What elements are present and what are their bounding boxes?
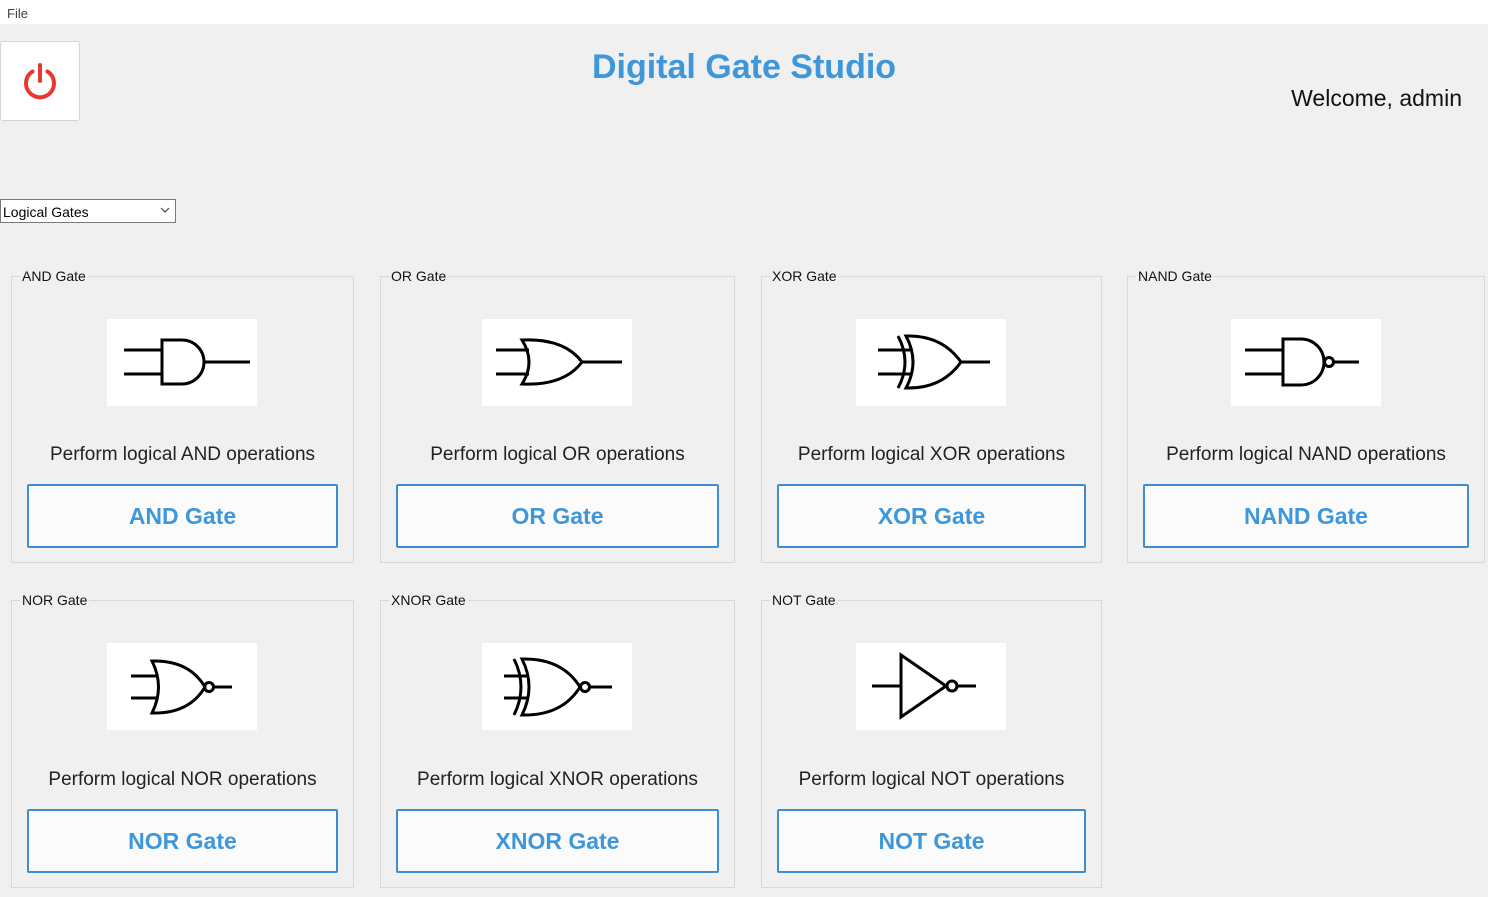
xor-gate-description: Perform logical XOR operations: [797, 444, 1066, 465]
and-gate-description: Perform logical AND operations: [49, 444, 316, 465]
group-legend: NOR Gate: [20, 592, 90, 608]
xnor-gate-group: XNOR Gate Perform logical XNOR operation…: [380, 592, 735, 888]
nand-gate-button[interactable]: NAND Gate: [1143, 484, 1469, 548]
xnor-gate-icon: [504, 657, 612, 717]
or-gate-image: [482, 319, 632, 406]
xor-gate-icon: [878, 334, 990, 390]
nor-gate-button[interactable]: NOR Gate: [27, 809, 338, 873]
or-gate-icon: [496, 338, 622, 386]
nand-gate-image: [1231, 319, 1381, 406]
and-gate-icon: [124, 338, 250, 386]
not-gate-group: NOT Gate Perform logical NOT operations …: [761, 592, 1102, 888]
nor-gate-description: Perform logical NOR operations: [48, 769, 317, 790]
xnor-gate-button[interactable]: XNOR Gate: [396, 809, 719, 873]
group-legend: XOR Gate: [770, 268, 839, 284]
xor-gate-button[interactable]: XOR Gate: [777, 484, 1086, 548]
group-legend: NAND Gate: [1136, 268, 1214, 284]
not-gate-image: [856, 643, 1006, 730]
group-legend: NOT Gate: [770, 592, 838, 608]
nand-gate-group: NAND Gate Perform logical NAND operation…: [1127, 268, 1485, 563]
chevron-down-icon: [160, 207, 170, 213]
group-legend: AND Gate: [20, 268, 88, 284]
nand-gate-description: Perform logical NAND operations: [1166, 444, 1446, 465]
group-legend: XNOR Gate: [389, 592, 468, 608]
xor-gate-image: [856, 319, 1006, 406]
group-legend: OR Gate: [389, 268, 449, 284]
not-gate-description: Perform logical NOT operations: [798, 769, 1065, 790]
menu-bar: File: [0, 0, 1488, 24]
or-gate-description: Perform logical OR operations: [430, 444, 685, 465]
nor-gate-image: [107, 643, 257, 730]
and-gate-button[interactable]: AND Gate: [27, 484, 338, 548]
menu-file[interactable]: File: [7, 6, 28, 21]
nor-gate-group: NOR Gate Perform logical NOR operations …: [11, 592, 354, 888]
nand-gate-icon: [1245, 337, 1359, 387]
xnor-gate-description: Perform logical XNOR operations: [417, 769, 698, 790]
not-gate-button[interactable]: NOT Gate: [777, 809, 1086, 873]
not-gate-icon: [872, 652, 976, 720]
xor-gate-group: XOR Gate Perform logical XOR operations …: [761, 268, 1102, 563]
nor-gate-icon: [131, 659, 232, 715]
app-title: Digital Gate Studio: [591, 48, 897, 86]
or-gate-group: OR Gate Perform logical OR operations OR…: [380, 268, 735, 563]
xnor-gate-image: [482, 643, 632, 730]
category-selected-value: Logical Gates: [3, 204, 89, 220]
or-gate-button[interactable]: OR Gate: [396, 484, 719, 548]
category-dropdown[interactable]: Logical Gates: [0, 199, 176, 223]
and-gate-group: AND Gate Perform logical AND operations …: [11, 268, 354, 563]
and-gate-image: [107, 319, 257, 406]
welcome-message: Welcome, admin: [1291, 85, 1462, 111]
